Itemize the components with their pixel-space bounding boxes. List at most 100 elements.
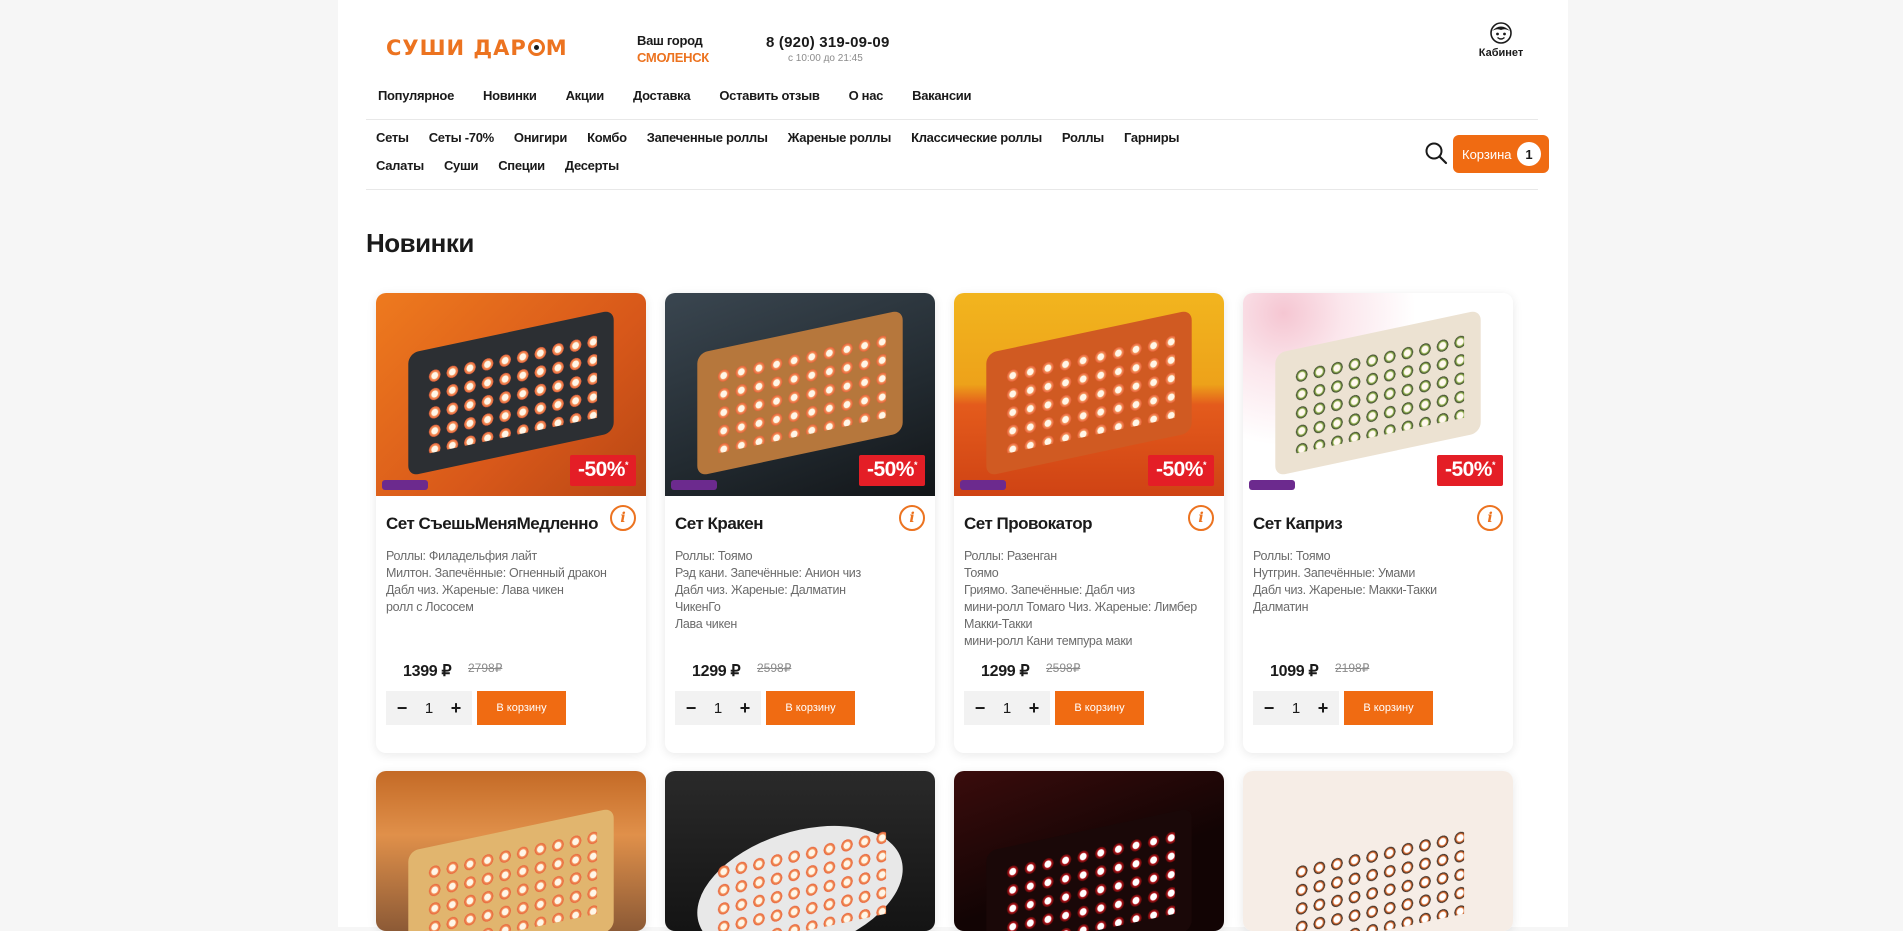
section-title: Новинки (366, 228, 474, 258)
search-icon[interactable] (1424, 141, 1448, 165)
discount-badge: -50%* (1436, 455, 1503, 486)
partner-tag (960, 480, 1006, 490)
nav-popular[interactable]: Популярное (378, 88, 454, 103)
product-image[interactable]: -50%* (376, 293, 646, 496)
product-price: 1399 ₽ (403, 663, 452, 680)
nav-new[interactable]: Новинки (483, 88, 537, 103)
minus-icon[interactable]: − (972, 698, 988, 719)
nav-vacancies[interactable]: Вакансии (912, 88, 971, 103)
category-baked-rolls[interactable]: Запеченные роллы (647, 130, 768, 146)
info-icon[interactable]: i (899, 505, 925, 531)
site-logo[interactable]: СУШИ ДАР М (386, 36, 568, 60)
nav-about[interactable]: О нас (849, 88, 884, 103)
quantity-value: 1 (713, 699, 723, 717)
product-image[interactable] (376, 771, 646, 931)
page: СУШИ ДАР М Ваш город СМОЛЕНСК 8 (920) 319… (338, 0, 1568, 931)
product-old-price: 2198₽ (1335, 661, 1370, 675)
discount-badge: -50%* (569, 455, 636, 486)
nav-delivery[interactable]: Доставка (633, 88, 691, 103)
city-name[interactable]: СМОЛЕНСК (637, 49, 709, 66)
quantity-stepper: − 1 + (386, 691, 472, 725)
nav-review[interactable]: Оставить отзыв (719, 88, 820, 103)
product-name[interactable]: Сет Провокатор (964, 514, 1093, 534)
category-desserts[interactable]: Десерты (565, 158, 619, 174)
quantity-value: 1 (1291, 699, 1301, 717)
info-icon[interactable]: i (1188, 505, 1214, 531)
product-old-price: 2798₽ (468, 661, 503, 675)
cart-label: Корзина (1462, 146, 1512, 162)
product-description: Роллы: Разенган Тоямо Гриямо. Запечённые… (964, 549, 1197, 648)
product-image[interactable] (1243, 771, 1513, 931)
user-icon (1490, 22, 1512, 44)
product-card[interactable]: -50%* i Сет СъешьМеняМедленно Роллы: Фил… (376, 293, 646, 753)
category-sides[interactable]: Гарниры (1124, 130, 1179, 146)
add-to-cart-button[interactable]: В корзину (1344, 691, 1433, 725)
add-to-cart-button[interactable]: В корзину (477, 691, 566, 725)
working-hours: с 10:00 до 21:45 (788, 53, 863, 64)
product-price: 1299 ₽ (692, 663, 741, 680)
product-card[interactable] (665, 771, 935, 931)
nav-promos[interactable]: Акции (566, 88, 605, 103)
category-combo[interactable]: Комбо (587, 130, 627, 146)
city-label: Ваш город (637, 33, 703, 48)
category-spices[interactable]: Специи (498, 158, 545, 174)
quantity-value: 1 (1002, 699, 1012, 717)
add-to-cart-button[interactable]: В корзину (1055, 691, 1144, 725)
cabinet-link[interactable]: Кабинет (1471, 22, 1531, 59)
product-image[interactable]: -50%* (954, 293, 1224, 496)
minus-icon[interactable]: − (394, 698, 410, 719)
category-bar: Сеты Сеты -70% Онигири Комбо Запеченные … (366, 119, 1549, 190)
product-image[interactable]: -50%* (1243, 293, 1513, 496)
category-sets[interactable]: Сеты (376, 130, 409, 146)
product-description: Роллы: Тоямо Нутгрин. Запечённые: Умами … (1253, 549, 1437, 614)
plus-icon[interactable]: + (1026, 698, 1042, 719)
add-to-cart-button[interactable]: В корзину (766, 691, 855, 725)
plus-icon[interactable]: + (1315, 698, 1331, 719)
partner-tag (1249, 480, 1295, 490)
product-card[interactable] (954, 771, 1224, 931)
product-card[interactable] (1243, 771, 1513, 931)
logo-o-icon (527, 39, 545, 56)
category-sets-70[interactable]: Сеты -70% (429, 130, 494, 146)
cabinet-label: Кабинет (1478, 47, 1524, 59)
product-description: Роллы: Тоямо Рэд кани. Запечённые: Анион… (675, 549, 861, 631)
minus-icon[interactable]: − (683, 698, 699, 719)
product-card[interactable] (376, 771, 646, 931)
product-card[interactable]: -50%* i Сет Кракен Роллы: Тоямо Рэд кани… (665, 293, 935, 753)
category-rolls[interactable]: Роллы (1062, 130, 1104, 146)
category-sushi[interactable]: Суши (444, 158, 479, 174)
logo-text-b: М (545, 36, 568, 60)
product-old-price: 2598₽ (1046, 661, 1081, 675)
product-image[interactable] (665, 771, 935, 931)
product-image[interactable]: -50%* (665, 293, 935, 496)
plus-icon[interactable]: + (737, 698, 753, 719)
product-name[interactable]: Сет СъешьМеняМедленно (386, 514, 598, 534)
info-icon[interactable]: i (610, 505, 636, 531)
info-icon[interactable]: i (1477, 505, 1503, 531)
partner-tag (671, 480, 717, 490)
cart-count-badge: 1 (1517, 142, 1541, 166)
category-salads[interactable]: Салаты (376, 158, 424, 174)
product-card[interactable]: -50%* i Сет Провокатор Роллы: Разенган Т… (954, 293, 1224, 753)
plus-icon[interactable]: + (448, 698, 464, 719)
product-image[interactable] (954, 771, 1224, 931)
product-name[interactable]: Сет Кракен (675, 514, 764, 534)
product-name[interactable]: Сет Каприз (1253, 514, 1343, 534)
product-price: 1299 ₽ (981, 663, 1030, 680)
city-selector[interactable]: Ваш город СМОЛЕНСК (637, 32, 709, 66)
minus-icon[interactable]: − (1261, 698, 1277, 719)
category-fried-rolls[interactable]: Жареные роллы (788, 130, 892, 146)
discount-badge: -50%* (1147, 455, 1214, 486)
product-old-price: 2598₽ (757, 661, 792, 675)
product-description: Роллы: Филадельфия лайт Милтон. Запечённ… (386, 549, 607, 614)
category-onigiri[interactable]: Онигири (514, 130, 568, 146)
product-card[interactable]: -50%* i Сет Каприз Роллы: Тоямо Нутгрин.… (1243, 293, 1513, 753)
category-classic-rolls[interactable]: Классические роллы (911, 130, 1042, 146)
discount-badge: -50%* (858, 455, 925, 486)
logo-text-a: СУШИ ДАР (386, 36, 527, 60)
phone-number[interactable]: 8 (920) 319-09-09 (766, 34, 889, 51)
cart-button[interactable]: Корзина 1 (1453, 135, 1549, 173)
product-price: 1099 ₽ (1270, 663, 1319, 680)
category-list: Сеты Сеты -70% Онигири Комбо Запеченные … (376, 130, 1236, 174)
quantity-stepper: − 1 + (675, 691, 761, 725)
